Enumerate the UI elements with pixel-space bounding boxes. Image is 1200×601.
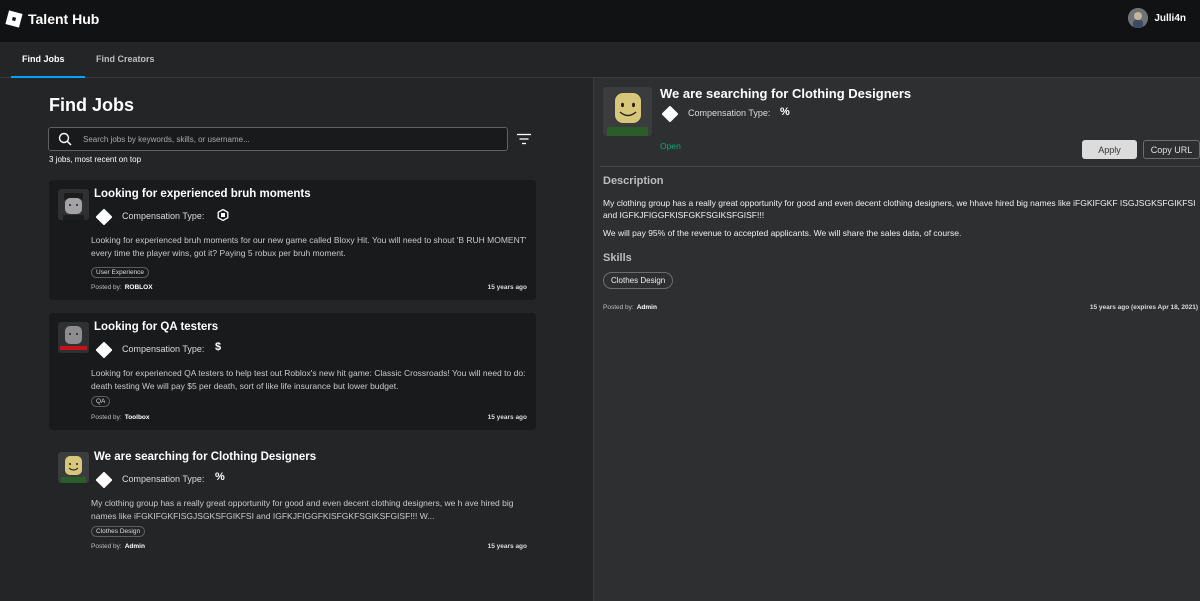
robux-icon: [217, 209, 229, 221]
job-avatar: [58, 452, 89, 483]
job-card[interactable]: We are searching for Clothing Designers …: [49, 443, 536, 563]
username: Julli4n: [1154, 12, 1186, 24]
status-badge: Open: [660, 141, 681, 151]
apply-button[interactable]: Apply: [1082, 140, 1137, 159]
roblox-avatar-icon: [58, 322, 89, 353]
job-avatar: [58, 189, 89, 220]
job-detail-panel: We are searching for Clothing Designers …: [594, 78, 1200, 601]
job-title: Looking for QA testers: [94, 321, 219, 333]
skills-heading: Skills: [603, 252, 632, 264]
detail-title: We are searching for Clothing Designers: [660, 86, 912, 101]
divider: [600, 166, 1200, 167]
job-title: Looking for experienced bruh moments: [94, 188, 311, 200]
description-paragraph: My clothing group has a really great opp…: [603, 198, 1196, 220]
posted-by: Posted by: Admin: [603, 304, 657, 311]
compensation-value: $: [215, 341, 222, 353]
compensation-label: Compensation Type:: [122, 474, 205, 484]
search-box: [48, 127, 508, 151]
search-input[interactable]: [83, 128, 503, 150]
job-age: 15 years ago: [487, 543, 527, 550]
roblox-logo-icon[interactable]: [5, 10, 23, 28]
job-list-panel: Find Jobs 3 jobs, most recent on top Loo…: [0, 78, 593, 601]
tab-bar: Find Jobs Find Creators: [0, 42, 1200, 78]
compensation-label: Compensation Type:: [688, 108, 771, 118]
detail-avatar: [603, 87, 652, 136]
compensation-diamond-icon: [95, 471, 113, 489]
description-paragraph: We will pay 95% of the revenue to accept…: [603, 228, 962, 238]
roblox-avatar-icon: [58, 189, 89, 220]
skill-tag: Clothes Design: [603, 272, 674, 289]
top-bar: Talent Hub Julli4n: [0, 0, 1200, 42]
posted-by: Posted by: ROBLOX: [91, 284, 153, 291]
copy-url-button[interactable]: Copy URL: [1143, 140, 1200, 159]
avatar: [1128, 8, 1149, 28]
job-card[interactable]: Looking for QA testers Compensation Type…: [49, 313, 536, 430]
compensation-diamond-icon: [95, 208, 113, 226]
compensation-diamond-icon: [95, 341, 113, 359]
tab-find-creators[interactable]: Find Creators: [85, 42, 166, 78]
posted-by: Posted by: Admin: [91, 543, 145, 550]
compensation-label: Compensation Type:: [122, 344, 205, 354]
posted-by: Posted by: Toolbox: [91, 414, 150, 421]
job-description: Looking for experienced QA testers to he…: [91, 368, 526, 391]
user-menu[interactable]: Julli4n: [1128, 8, 1186, 28]
page-title: Find Jobs: [49, 95, 134, 115]
description-heading: Description: [603, 175, 664, 187]
compensation-value: %: [215, 471, 225, 483]
roblox-avatar-icon: [603, 87, 652, 136]
job-age: 15 years ago: [487, 414, 527, 421]
compensation-label: Compensation Type:: [122, 211, 205, 221]
skill-tag: QA: [91, 396, 111, 407]
job-age: 15 years ago: [487, 284, 527, 291]
app-title[interactable]: Talent Hub: [28, 11, 99, 27]
user-avatar-icon: [1128, 8, 1149, 28]
skill-tag: User Experience: [91, 267, 150, 278]
job-age: 15 years ago (expires Apr 18, 2021): [1089, 304, 1198, 311]
tab-find-jobs[interactable]: Find Jobs: [11, 42, 85, 78]
filter-icon[interactable]: [517, 133, 531, 145]
job-card[interactable]: Looking for experienced bruh moments Com…: [49, 180, 536, 300]
job-description: Looking for experienced bruh moments for…: [91, 235, 527, 258]
compensation-diamond-icon: [661, 105, 679, 123]
result-count: 3 jobs, most recent on top: [49, 155, 142, 164]
search-icon: [58, 132, 72, 146]
roblox-avatar-icon: [58, 452, 89, 483]
job-avatar: [58, 322, 89, 353]
compensation-value: %: [780, 106, 790, 118]
job-title: We are searching for Clothing Designers: [94, 451, 317, 463]
skill-tag: Clothes Design: [91, 526, 146, 537]
job-description: My clothing group has a really great opp…: [91, 498, 514, 521]
